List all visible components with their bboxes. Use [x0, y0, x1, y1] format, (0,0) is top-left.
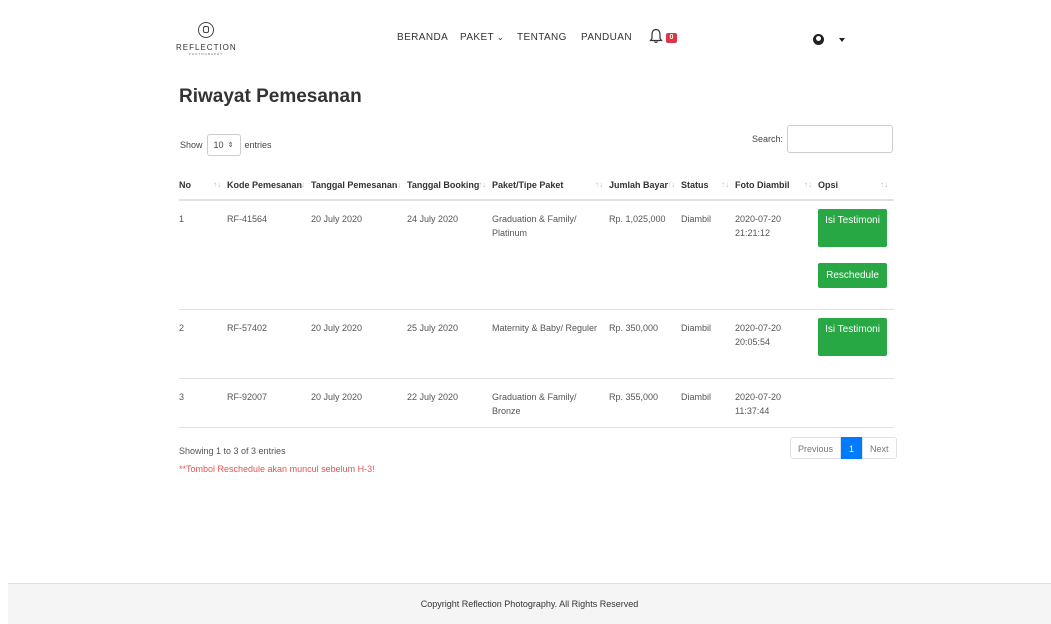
cell-opsi: Isi Testimoni Reschedule: [818, 200, 894, 310]
cell-opsi: Isi Testimoni: [818, 309, 894, 379]
cell-jumlah-bayar: Rp. 1,025,000: [609, 200, 681, 310]
sort-icon: ↑↓: [297, 180, 305, 189]
cell-foto-diambil: 2020-07-20 21:21:12: [735, 200, 818, 310]
sort-icon: ↑↓: [595, 180, 603, 189]
header-label: Paket/Tipe Paket: [492, 180, 564, 190]
table-header-row: No ↑↓ Kode Pemesanan ↑↓ Tanggal Pemesanan ↑…: [179, 164, 894, 201]
brand-sub: PHOTOGRAPHY: [188, 52, 224, 56]
pagination-previous[interactable]: Previous: [790, 437, 842, 459]
entries-value: 10: [213, 140, 224, 150]
cell-paket: Maternity & Baby/ Reguler: [492, 309, 609, 379]
sort-icon: ↑↓: [393, 180, 401, 189]
entries-length-control: Show 10 ⇕ entries: [180, 134, 272, 156]
brand-name: REFLECTION: [176, 43, 237, 52]
col-foto-diambil[interactable]: Foto Diambil ↑↓: [735, 164, 818, 201]
cell-no: 3: [179, 378, 227, 428]
search-label: Search:: [752, 134, 784, 144]
navbar: REFLECTION PHOTOGRAPHY BERANDA PAKET ⌄ TE…: [0, 0, 1051, 75]
cell-paket: Graduation & Family/ Bronze: [492, 378, 609, 428]
sort-icon: ↑↓: [804, 180, 812, 189]
header-label: Kode Pemesanan: [227, 180, 303, 190]
cell-no: 1: [179, 200, 227, 310]
col-kode[interactable]: Kode Pemesanan ↑↓: [227, 164, 311, 201]
nav-paket-label: PAKET: [460, 32, 495, 43]
cell-tanggal-pemesanan: 20 July 2020: [311, 378, 407, 428]
col-no[interactable]: No ↑↓: [179, 164, 227, 201]
brand-logo[interactable]: REFLECTION PHOTOGRAPHY: [176, 22, 236, 56]
reschedule-note: **Tombol Reschedule akan muncul sebelum …: [179, 464, 375, 474]
nav-panduan[interactable]: PANDUAN: [581, 32, 632, 43]
cell-foto-diambil: 2020-07-20 20:05:54: [735, 309, 818, 379]
header-label: Status: [681, 180, 709, 190]
cell-jumlah-bayar: Rp. 355,000: [609, 378, 681, 428]
table-row: 3 RF-92007 20 July 2020 22 July 2020 Gra…: [179, 378, 894, 428]
header-label: Jumlah Bayar: [609, 180, 669, 190]
header-label: Tanggal Booking: [407, 180, 480, 190]
header-label: Tanggal Pemesanan: [311, 180, 398, 190]
caret-down-icon[interactable]: [839, 38, 845, 42]
pagination: Previous 1 Next: [790, 437, 897, 459]
col-opsi[interactable]: Opsi ↑↓: [818, 164, 894, 201]
footer: Copyright Reflection Photography. All Ri…: [8, 583, 1051, 624]
copyright-text: Copyright Reflection Photography. All Ri…: [420, 599, 639, 609]
cell-status: Diambil: [681, 200, 735, 310]
sort-icon: ↑↓: [667, 180, 675, 189]
bell-icon[interactable]: [649, 28, 663, 44]
table-info: Showing 1 to 3 of 3 entries: [179, 446, 286, 456]
notification-badge: 0: [666, 33, 677, 43]
col-status[interactable]: Status ↑↓: [681, 164, 735, 201]
nav-paket-dropdown[interactable]: PAKET ⌄: [460, 32, 504, 43]
cell-kode: RF-57402: [227, 309, 311, 379]
orders-table: No ↑↓ Kode Pemesanan ↑↓ Tanggal Pemesanan ↑…: [179, 164, 894, 428]
col-tanggal-booking[interactable]: Tanggal Booking ↑↓: [407, 164, 492, 201]
isi-testimoni-button[interactable]: Isi Testimoni: [818, 317, 887, 356]
entries-select[interactable]: 10 ⇕: [206, 134, 241, 156]
logo-icon: [198, 22, 214, 38]
sort-icon: ↑↓: [213, 180, 221, 189]
cell-tanggal-booking: 22 July 2020: [407, 378, 492, 428]
page-title: Riwayat Pemesanan: [179, 86, 362, 107]
sort-icon: ↑↓: [478, 180, 486, 189]
show-label: Show: [180, 140, 203, 150]
cell-tanggal-booking: 25 July 2020: [407, 309, 492, 379]
pagination-next[interactable]: Next: [862, 437, 897, 459]
chevron-down-icon: ⌄: [497, 33, 505, 42]
reschedule-button[interactable]: Reschedule: [818, 263, 887, 288]
search-control: Search:: [752, 125, 894, 153]
cell-no: 2: [179, 309, 227, 379]
cell-tanggal-pemesanan: 20 July 2020: [311, 200, 407, 310]
cell-kode: RF-92007: [227, 378, 311, 428]
entries-label: entries: [244, 140, 272, 150]
cell-paket: Graduation & Family/ Platinum: [492, 200, 609, 310]
table-row: 1 RF-41564 20 July 2020 24 July 2020 Gra…: [179, 200, 894, 310]
cell-tanggal-pemesanan: 20 July 2020: [311, 309, 407, 379]
header-label: Foto Diambil: [735, 180, 790, 190]
header-label: No: [179, 180, 191, 190]
cell-kode: RF-41564: [227, 200, 311, 310]
col-tanggal-pemesanan[interactable]: Tanggal Pemesanan ↑↓: [311, 164, 407, 201]
table-row: 2 RF-57402 20 July 2020 25 July 2020 Mat…: [179, 309, 894, 379]
col-jumlah-bayar[interactable]: Jumlah Bayar ↑↓: [609, 164, 681, 201]
nav-beranda[interactable]: BERANDA: [397, 32, 448, 43]
sort-icon: ↑↓: [721, 180, 729, 189]
sort-icon: ↑↓: [880, 180, 888, 189]
search-input[interactable]: [787, 125, 894, 153]
isi-testimoni-button[interactable]: Isi Testimoni: [818, 209, 887, 247]
col-paket[interactable]: Paket/Tipe Paket ↑↓: [492, 164, 609, 201]
cell-status: Diambil: [681, 309, 735, 379]
nav-tentang[interactable]: TENTANG: [517, 32, 567, 43]
cell-status: Diambil: [681, 378, 735, 428]
cell-tanggal-booking: 24 July 2020: [407, 200, 492, 310]
cell-jumlah-bayar: Rp. 350,000: [609, 309, 681, 379]
select-arrow-icon: ⇕: [227, 142, 234, 149]
cell-foto-diambil: 2020-07-20 11:37:44: [735, 378, 818, 428]
header-label: Opsi: [818, 180, 839, 190]
user-circle-icon[interactable]: [813, 34, 824, 45]
cell-opsi: [818, 378, 894, 428]
pagination-page-1[interactable]: 1: [841, 437, 863, 459]
